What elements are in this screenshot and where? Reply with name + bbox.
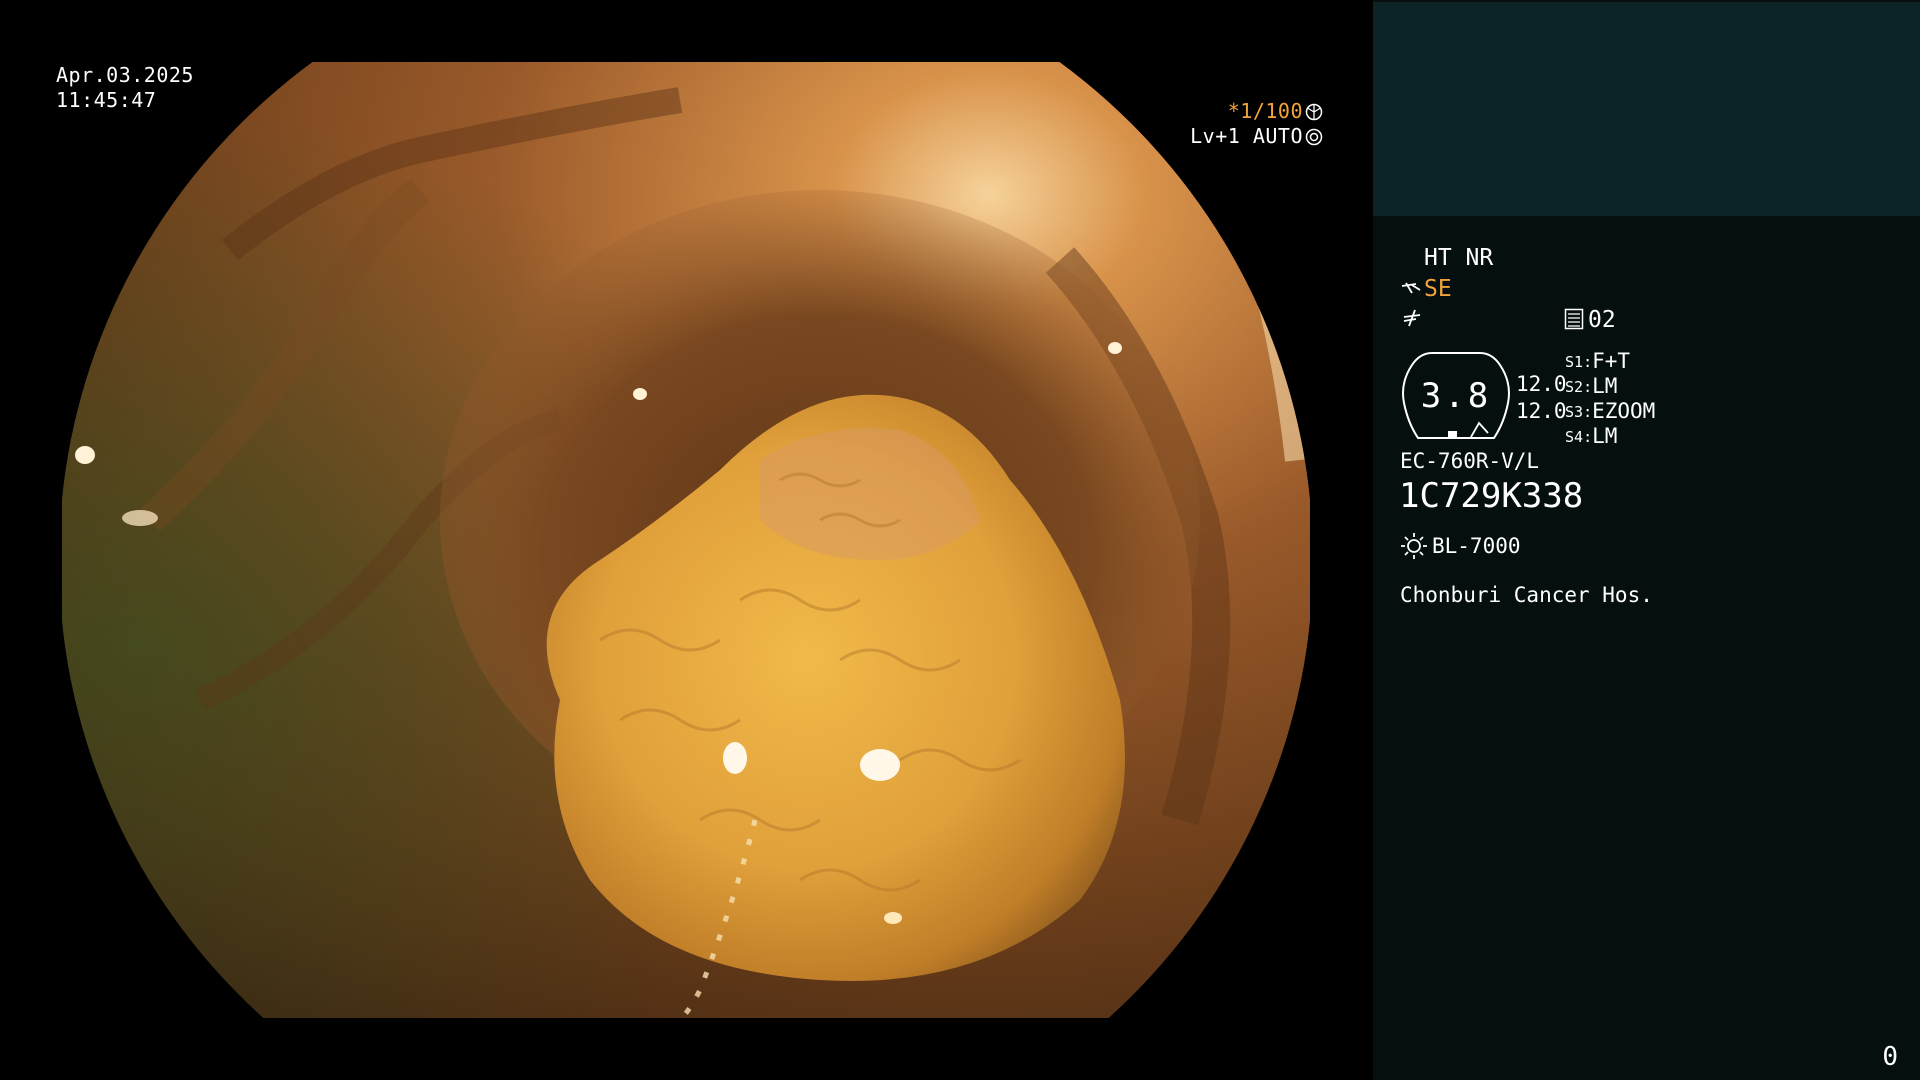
light-level: Lv+1 AUTO (1190, 124, 1303, 148)
switch-value: LM (1592, 374, 1618, 398)
mode-number: 02 (1588, 307, 1616, 333)
switch-s4: S4:LM (1565, 424, 1618, 448)
value-1: 12.0 (1516, 372, 1567, 396)
switch-key: S3 (1565, 403, 1584, 421)
shutter-overlay: *1/100 Lv+1 AUTO (1190, 99, 1323, 149)
value-2: 12.0 (1516, 399, 1567, 423)
switch-value: LM (1592, 424, 1618, 448)
scope-model: EC-760R-V/L (1400, 449, 1540, 473)
endoscopic-image (62, 62, 1310, 1018)
scope-angle-icon (1401, 282, 1421, 294)
se-label: SE (1424, 276, 1452, 302)
switch-key: S4 (1565, 428, 1584, 446)
mode-row: 02 (1564, 306, 1616, 334)
datetime-overlay: Apr.03.2025 11:45:47 (56, 63, 194, 113)
light-source-row: BL-7000 (1400, 531, 1521, 560)
switch-key: S2 (1565, 378, 1584, 396)
enhance-row (1401, 305, 1423, 333)
scope-serial: 1C729K338 (1399, 476, 1584, 516)
switch-key: S1 (1565, 353, 1584, 371)
time-text: 11:45:47 (56, 88, 157, 112)
enhance-icon (1403, 309, 1421, 327)
info-panel: HT NR SE 02 3.8 12.0 12.0 S1:F+T S2:LM S… (1373, 0, 1920, 1080)
hospital-name: Chonburi Cancer Hos. (1400, 583, 1653, 607)
endoscope-viewport: Apr.03.2025 11:45:47 *1/100 Lv+1 AUTO (0, 0, 1373, 1080)
switch-value: EZOOM (1592, 399, 1656, 423)
switch-value: F+T (1592, 349, 1631, 373)
info-panel-header (1373, 2, 1920, 216)
aperture-icon (1305, 103, 1323, 121)
page-number: 0 (1882, 1042, 1898, 1072)
zoom-value: 3.8 (1420, 376, 1492, 416)
se-row: SE (1400, 275, 1452, 303)
memory-icon (1564, 308, 1584, 330)
light-source: BL-7000 (1432, 534, 1521, 558)
shutter-speed: *1/100 (1227, 99, 1303, 123)
date-text: Apr.03.2025 (56, 63, 194, 87)
iris-icon (1305, 128, 1323, 146)
ht-nr-label: HT NR (1424, 245, 1494, 271)
sun-icon (1401, 533, 1427, 559)
